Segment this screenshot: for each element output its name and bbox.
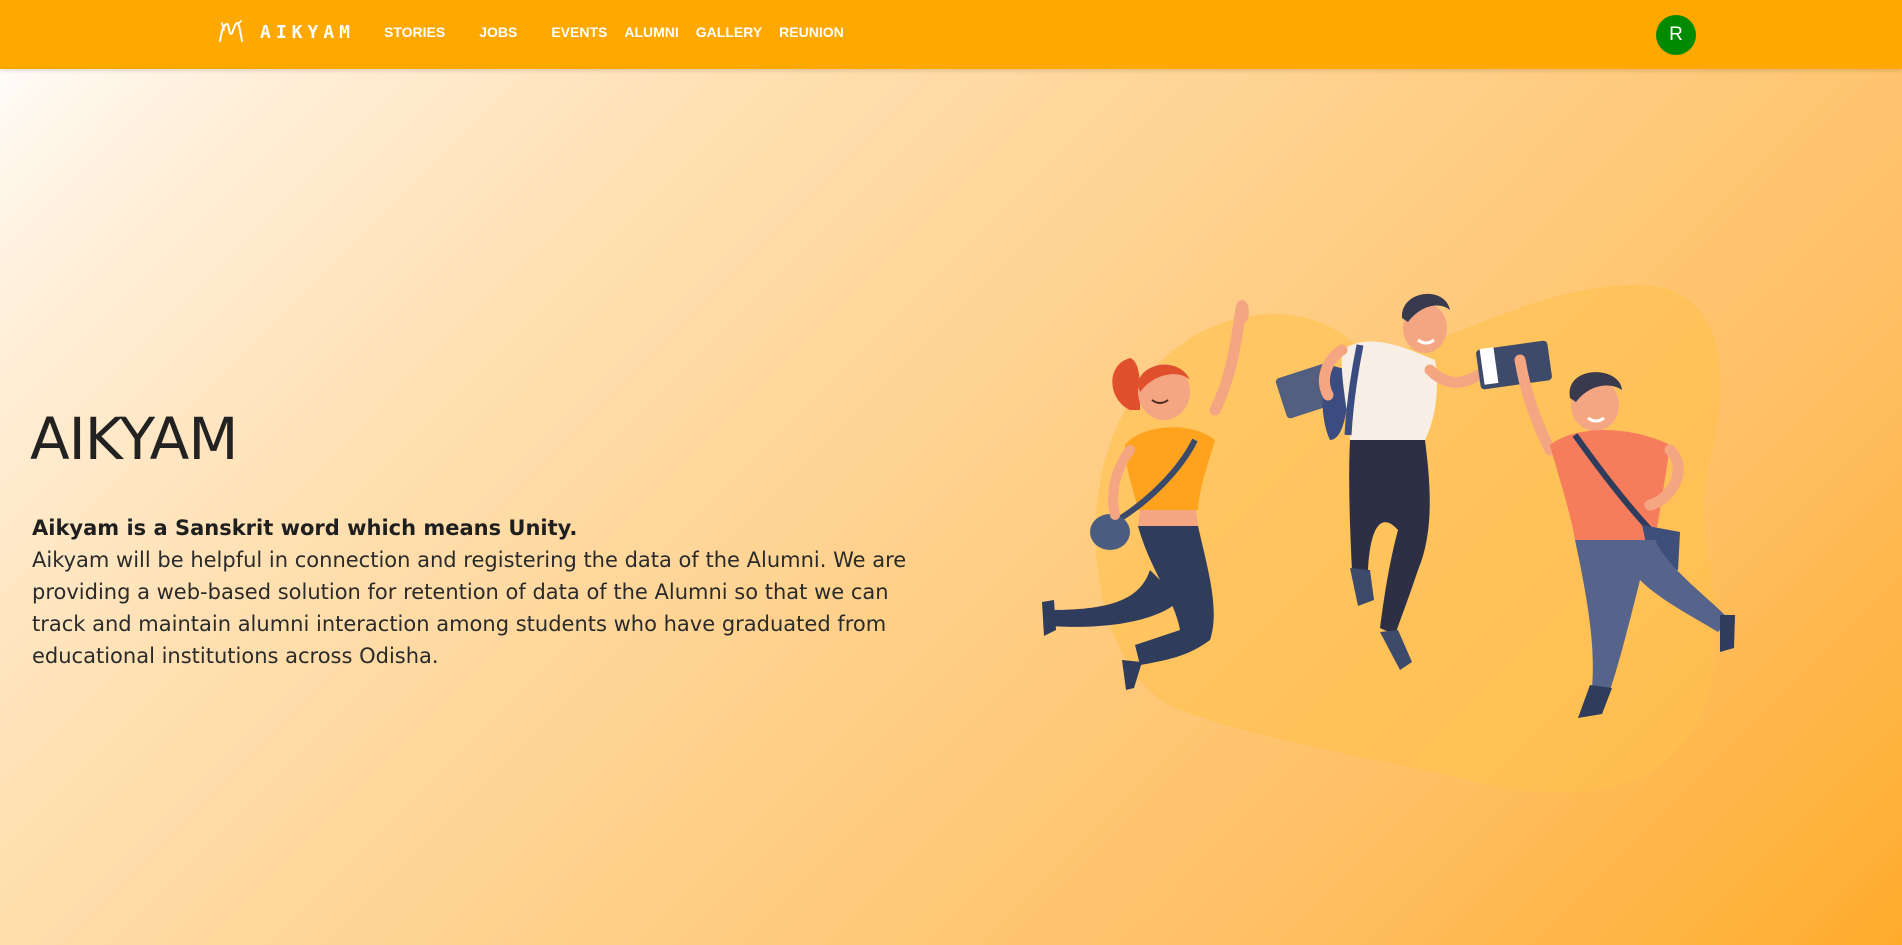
user-avatar[interactable]: R <box>1656 15 1696 55</box>
nav-item-jobs[interactable]: JOBS <box>479 24 517 40</box>
hero-title: AIKYAM <box>30 405 238 473</box>
brand[interactable]: AIKYAM <box>218 20 355 44</box>
hero-description: Aikyam will be helpful in connection and… <box>32 548 907 668</box>
hero-text: Aikyam is a Sanskrit word which means Un… <box>32 512 932 672</box>
main-nav: STORIES JOBS EVENTS ALUMNI GALLERY REUNI… <box>384 24 844 40</box>
nav-item-events[interactable]: EVENTS <box>551 24 607 40</box>
brand-name: AIKYAM <box>260 21 356 43</box>
aikyam-logo-icon <box>219 20 243 42</box>
nav-item-stories[interactable]: STORIES <box>384 24 445 40</box>
three-students-jumping-illustration <box>1042 284 1735 793</box>
nav-item-alumni[interactable]: ALUMNI <box>624 24 678 40</box>
hero-tagline: Aikyam is a Sanskrit word which means Un… <box>32 516 578 540</box>
top-navbar: AIKYAM STORIES JOBS EVENTS ALUMNI GALLER… <box>0 0 1902 69</box>
nav-item-gallery[interactable]: GALLERY <box>696 24 762 40</box>
nav-item-reunion[interactable]: REUNION <box>779 24 844 40</box>
